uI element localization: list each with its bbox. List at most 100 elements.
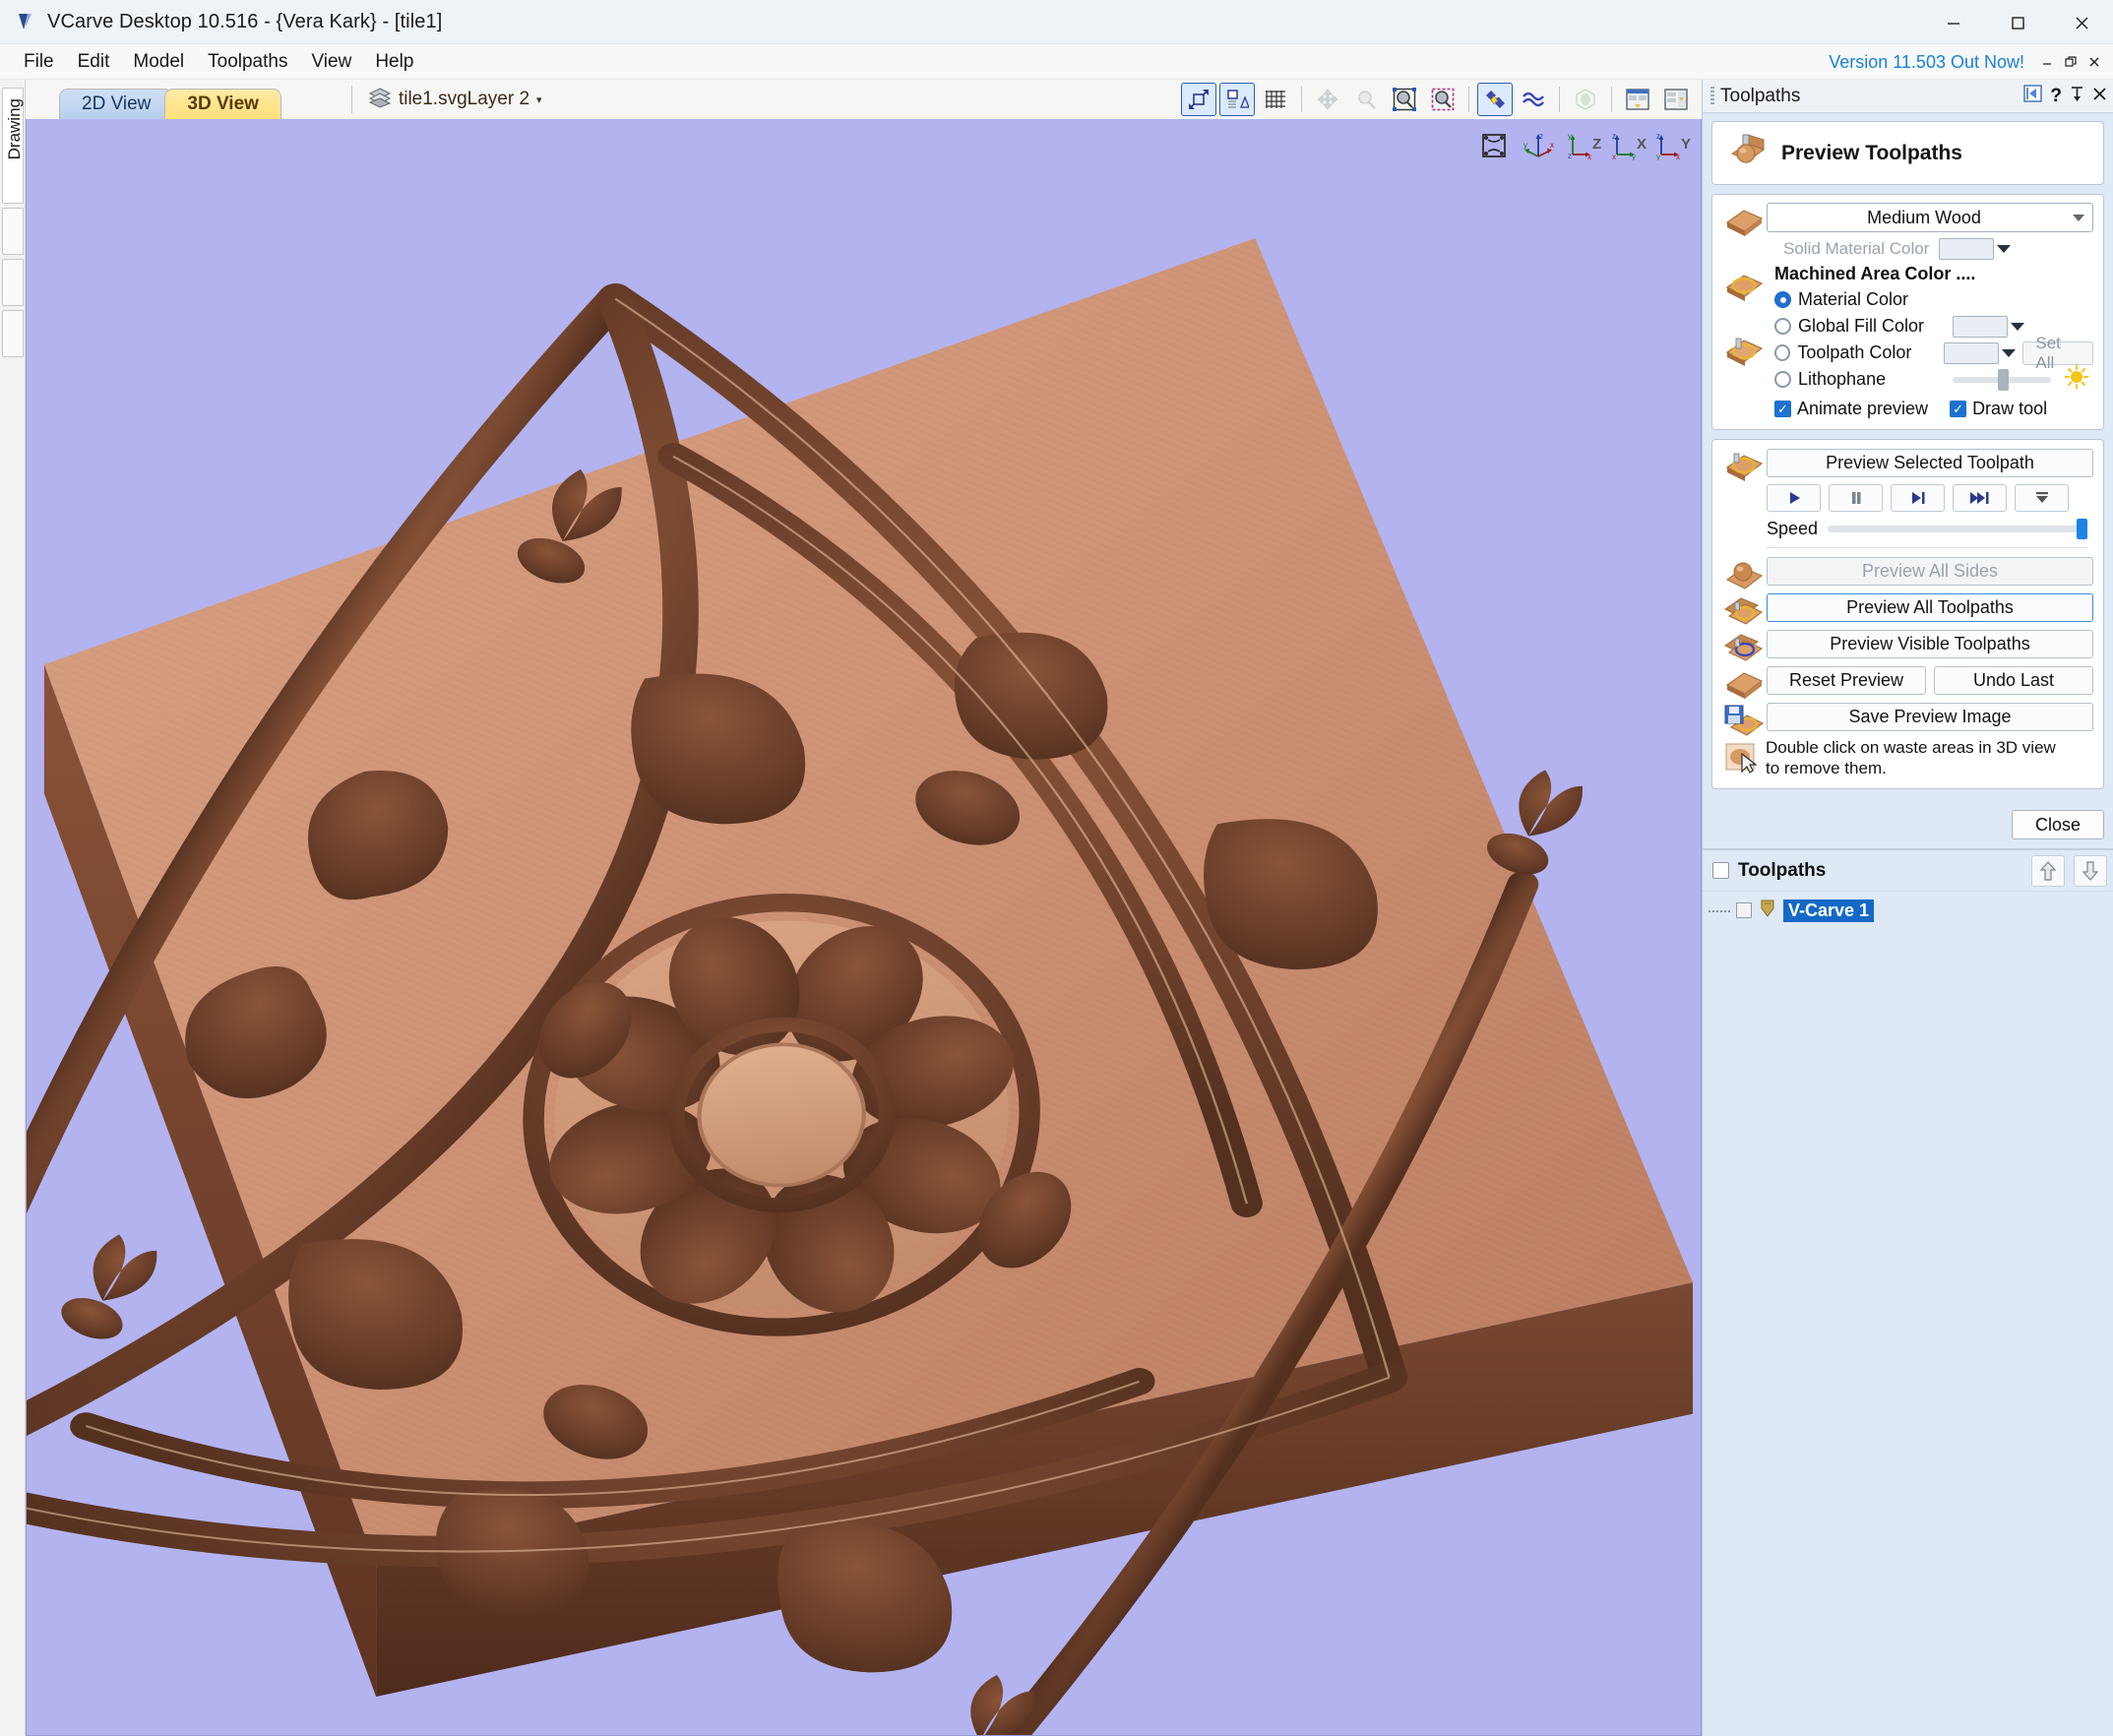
tab-3d-view[interactable]: 3D View [164, 89, 281, 119]
reset-preview-button[interactable]: Reset Preview [1767, 666, 1926, 695]
sidebar-tab-drawing[interactable]: Drawing [2, 88, 24, 204]
fast-forward-button[interactable] [1953, 484, 2007, 512]
preview-visible-toolpaths-icon [1722, 629, 1758, 658]
menu-edit[interactable]: Edit [66, 47, 122, 77]
svg-text:y: y [1632, 153, 1636, 160]
document-layer-label: tile1.svgLayer 2 [399, 89, 529, 110]
toolpath-list-header: Toolpaths [1703, 850, 2113, 892]
arrow-down-icon[interactable] [2074, 855, 2107, 887]
sidebar-tab-4[interactable] [2, 310, 24, 357]
zoom-region-icon[interactable] [1348, 83, 1384, 116]
menu-view[interactable]: View [299, 47, 363, 77]
preview-selected-toolpath-button[interactable]: Preview Selected Toolpath [1767, 449, 2093, 477]
svg-text:z: z [1539, 132, 1543, 141]
zoom-selected-icon[interactable] [1387, 83, 1422, 116]
preview-all-sides-button[interactable]: Preview All Sides [1767, 557, 2093, 586]
undo-last-button[interactable]: Undo Last [1934, 666, 2093, 695]
solid-material-color-picker[interactable] [1939, 238, 2011, 260]
pin-icon[interactable] [2070, 86, 2084, 107]
zoom-to-drawing-icon[interactable] [1219, 83, 1255, 116]
vcarve-tool-icon [1758, 898, 1777, 924]
toolpaths-master-checkbox[interactable] [1712, 862, 1729, 879]
preview-toolpaths-header: Preview Toolpaths [1711, 121, 2104, 185]
material-row: Medium Wood [1722, 203, 2093, 232]
radio-indicator [1774, 291, 1791, 308]
radio-toolpath-color[interactable]: Toolpath Color Set All [1774, 340, 2093, 366]
close-button[interactable]: Close [2012, 810, 2104, 839]
view-orientation-icons: z y x y x z Z z y [1476, 129, 1689, 162]
maximize-button[interactable] [1985, 0, 2049, 44]
version-notice-area: Version 11.503 Out Now! [1829, 44, 2105, 80]
menu-file[interactable]: File [12, 47, 66, 77]
toolpath-color-picker[interactable] [1944, 342, 2016, 364]
toolpath-preview-icon[interactable] [1477, 83, 1513, 116]
help-icon[interactable]: ? [2050, 86, 2062, 107]
mdi-minimize-button[interactable] [2036, 48, 2058, 76]
svg-text:x: x [1676, 153, 1680, 160]
multi-toolpath-icon[interactable] [1516, 83, 1551, 116]
set-all-button[interactable]: Set All [2022, 341, 2093, 365]
document-layer-chip[interactable]: tile1.svgLayer 2 ▾ [351, 86, 542, 113]
z-axis-view-icon[interactable]: y x z Z [1567, 131, 1600, 160]
toolpath-list[interactable]: V-Carve 1 [1703, 892, 2113, 1736]
material-select-value: Medium Wood [1775, 208, 2073, 228]
tree-connector [1709, 910, 1730, 912]
radio-label: Lithophane [1798, 369, 1946, 390]
draw-tool-checkbox[interactable]: ✓ Draw tool [1950, 399, 2047, 419]
animate-preview-checkbox[interactable]: ✓ Animate preview [1774, 399, 1928, 419]
material-block-icon [1722, 203, 1758, 232]
save-preview-image-button[interactable]: Save Preview Image [1767, 703, 2093, 731]
global-fill-color-picker[interactable] [1953, 316, 2024, 338]
toggle-grid-icon[interactable] [1258, 83, 1293, 116]
arrow-up-icon[interactable] [2031, 855, 2065, 887]
speed-slider[interactable] [1828, 526, 2087, 532]
x-axis-view-icon[interactable]: z y x X [1611, 131, 1645, 160]
step-forward-button[interactable] [1891, 484, 1945, 512]
menu-help[interactable]: Help [363, 47, 425, 77]
toolpath-visibility-checkbox[interactable] [1736, 902, 1752, 918]
checkbox-label: Animate preview [1797, 399, 1928, 419]
carved-tile-model[interactable] [27, 119, 1701, 1735]
isometric-view-icon[interactable]: z y x [1523, 131, 1556, 160]
svg-text:x: x [1587, 153, 1591, 160]
machined-area-block: Machined Area Color .... Material Color … [1774, 264, 2093, 419]
sidebar-tab-3[interactable] [2, 259, 24, 306]
render-model-icon[interactable] [1568, 83, 1603, 116]
3d-view-canvas[interactable]: z y x y x z Z z y [26, 119, 1702, 1736]
zoom-to-fit-icon[interactable] [1181, 83, 1216, 116]
close-panel-icon[interactable] [2092, 87, 2107, 106]
panel-grip-icon[interactable] [1710, 87, 1714, 106]
fit-view-icon[interactable] [1476, 129, 1512, 162]
menu-toolpaths[interactable]: Toolpaths [196, 47, 299, 77]
layout-horizontal-icon[interactable] [1620, 83, 1655, 116]
radio-material-color[interactable]: Material Color [1774, 286, 2093, 313]
collapse-panel-icon[interactable] [2023, 85, 2042, 107]
y-axis-view-icon[interactable]: z x y Y [1655, 131, 1689, 160]
pan-icon[interactable] [1310, 83, 1345, 116]
list-item[interactable]: V-Carve 1 [1703, 898, 2113, 923]
brightness-slider[interactable] [1953, 377, 2051, 383]
version-update-link[interactable]: Version 11.503 Out Now! [1829, 52, 2024, 73]
layout-vertical-icon[interactable] [1658, 83, 1694, 116]
toolpath-name[interactable]: V-Carve 1 [1783, 899, 1874, 922]
menu-model[interactable]: Model [121, 47, 196, 77]
hint-line-2: to remove them. [1766, 759, 1887, 777]
minimize-button[interactable] [1921, 0, 1985, 44]
checkbox-indicator: ✓ [1950, 401, 1966, 417]
sidebar-tab-2[interactable] [2, 208, 24, 255]
color-swatch [1939, 238, 1994, 260]
radio-indicator [1774, 371, 1791, 388]
preview-visible-toolpaths-button[interactable]: Preview Visible Toolpaths [1767, 630, 2093, 658]
close-button[interactable] [2049, 0, 2113, 44]
reset-to-start-button[interactable] [2015, 484, 2069, 512]
zoom-dashed-selection-icon[interactable] [1425, 83, 1460, 116]
preview-all-toolpaths-button[interactable]: Preview All Toolpaths [1767, 593, 2093, 622]
panel-title: Toolpaths [1720, 86, 1800, 107]
pause-button[interactable] [1829, 484, 1883, 512]
mdi-close-button[interactable] [2083, 48, 2105, 76]
play-button[interactable] [1767, 484, 1821, 512]
material-select[interactable]: Medium Wood [1767, 203, 2093, 232]
mdi-restore-button[interactable] [2060, 48, 2082, 76]
preview-toolpaths-title: Preview Toolpaths [1781, 142, 1962, 165]
tab-2d-view[interactable]: 2D View [59, 89, 173, 119]
